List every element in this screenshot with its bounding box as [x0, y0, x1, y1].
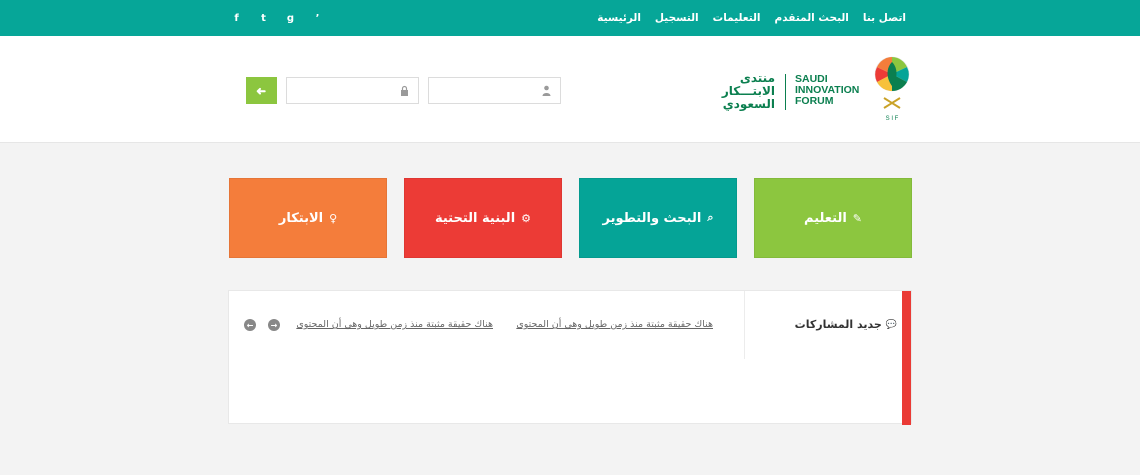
nav-home[interactable]: الرئيسية: [597, 12, 641, 24]
tile-label: البحث والتطوير: [602, 210, 702, 226]
username-field[interactable]: [428, 77, 561, 104]
social-links: f t g ʼ: [232, 0, 322, 36]
logo-ar-line: السعودي: [722, 97, 775, 111]
username-input[interactable]: [429, 78, 560, 103]
login-submit-button[interactable]: ➜: [246, 77, 277, 104]
twitter-icon[interactable]: t: [259, 13, 268, 24]
rss-icon[interactable]: ʼ: [313, 13, 322, 24]
lightbulb-icon: ♀: [329, 211, 338, 225]
sif-logo-icon[interactable]: S I F: [866, 52, 918, 122]
nav-advanced-search[interactable]: البحث المتقدم: [775, 12, 849, 24]
site-header: S I F SAUDI INNOVATION FORUM منتدى الابت…: [0, 36, 1140, 143]
tile-label: الابتكار: [278, 210, 324, 226]
top-navbar: f t g ʼ الرئيسية التسجيل التعليمات البحث…: [0, 0, 1140, 36]
tile-label: التعليم: [804, 210, 847, 226]
tile-innovation[interactable]: ♀ الابتكار: [229, 178, 387, 258]
panel-accent-bar: [902, 291, 911, 425]
pencil-icon: ✎: [852, 211, 863, 225]
password-field[interactable]: [286, 77, 419, 104]
logo-arabic-text: منتدى الابتـــكار السعودي: [722, 72, 775, 111]
panel-divider: [744, 291, 745, 359]
nav-register[interactable]: التسجيل: [655, 12, 699, 24]
tile-research[interactable]: ⌕ البحث والتطوير: [579, 178, 737, 258]
panel-title: 💬 جديد المشاركات: [795, 318, 897, 331]
svg-text:S I F: S I F: [886, 116, 899, 122]
next-arrow-icon[interactable]: →: [268, 319, 280, 331]
logo-divider: [785, 74, 786, 110]
lock-icon: [401, 85, 408, 96]
logo-english-text: SAUDI INNOVATION FORUM: [795, 74, 859, 107]
search-icon: ⌕: [707, 211, 714, 224]
comment-icon: 💬: [885, 319, 897, 330]
latest-posts-panel: 💬 جديد المشاركات هناك حقيقة مثبتة منذ زم…: [228, 290, 912, 425]
nav-contact[interactable]: اتصل بنا: [863, 12, 906, 24]
prev-arrow-icon[interactable]: ←: [244, 319, 256, 331]
password-input[interactable]: [287, 78, 418, 103]
google-plus-icon[interactable]: g: [286, 13, 295, 24]
main-nav: الرئيسية التسجيل التعليمات البحث المتقدم…: [597, 0, 906, 36]
post-link[interactable]: هناك حقيقة مثبتة منذ زمن طويل وهي أن الم…: [296, 319, 493, 330]
logo-en-line: FORUM: [795, 95, 834, 107]
tile-education[interactable]: ✎ التعليم: [754, 178, 912, 258]
tile-label: البنية التحتية: [434, 210, 516, 226]
user-icon: [542, 85, 551, 96]
post-link[interactable]: هناك حقيقة مثبتة منذ زمن طويل وهي أن الم…: [516, 319, 713, 330]
tile-infrastructure[interactable]: ⚙ البنية التحتية: [404, 178, 562, 258]
panel-title-text: جديد المشاركات: [794, 318, 882, 331]
facebook-icon[interactable]: f: [232, 13, 241, 24]
nav-help[interactable]: التعليمات: [713, 12, 761, 24]
arrow-left-icon: ➜: [256, 83, 267, 98]
gear-icon: ⚙: [521, 211, 532, 225]
